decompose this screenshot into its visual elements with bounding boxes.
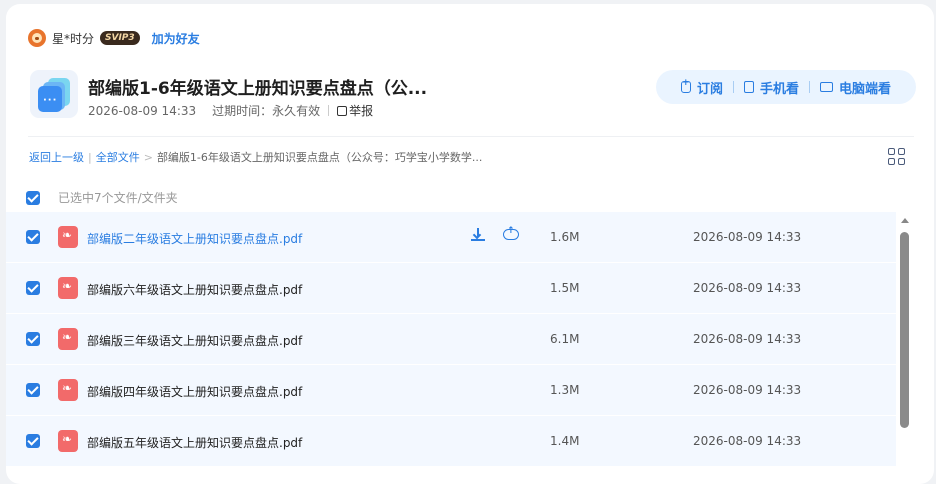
file-name[interactable]: 部编版四年级语文上册知识要点盘点.pdf [87, 383, 302, 400]
selection-count: 已选中7个文件/文件夹 [58, 191, 178, 205]
grid-view-icon[interactable] [888, 148, 905, 165]
pdf-icon [58, 277, 78, 299]
file-size: 1.5M [550, 281, 580, 295]
pdf-icon [58, 226, 78, 248]
header-divider [28, 136, 914, 137]
file-name[interactable]: 部编版六年级语文上册知识要点盘点.pdf [87, 281, 302, 298]
pdf-icon [58, 379, 78, 401]
row-checkbox[interactable] [26, 434, 40, 448]
file-name[interactable]: 部编版三年级语文上册知识要点盘点.pdf [87, 332, 302, 349]
username[interactable]: 星*时分 [52, 30, 94, 47]
subscribe-label: 订阅 [696, 81, 723, 97]
phone-view-button[interactable]: 手机看 [734, 78, 809, 97]
file-size: 1.3M [550, 383, 580, 397]
meta-divider [328, 105, 330, 116]
phone-view-label: 手机看 [759, 81, 799, 97]
table-row[interactable]: 部编版四年级语文上册知识要点盘点.pdf 1.3M 2026-08-09 14:… [6, 365, 896, 415]
subscribe-button[interactable]: 订阅 [671, 78, 733, 97]
phone-icon [743, 81, 754, 93]
file-name[interactable]: 部编版五年级语文上册知识要点盘点.pdf [87, 434, 302, 451]
monitor-icon [820, 82, 833, 92]
avatar[interactable] [28, 29, 46, 47]
folder-icon: ··· [30, 70, 78, 118]
select-all-checkbox[interactable] [26, 190, 40, 205]
download-icon[interactable] [471, 228, 485, 242]
scrollbar-thumb[interactable] [900, 232, 909, 428]
report-button[interactable]: 举报 [337, 102, 373, 119]
breadcrumb-chevron-icon: > [143, 150, 153, 164]
row-checkbox[interactable] [26, 281, 40, 295]
pdf-icon [58, 328, 78, 350]
breadcrumb: 返回上一级 | 全部文件 > 部编版1-6年级语文上册知识要点盘点（公众号：巧学… [29, 149, 482, 165]
share-date: 2026-08-09 14:33 [88, 103, 197, 118]
row-checkbox[interactable] [26, 332, 40, 346]
file-name[interactable]: 部编版二年级语文上册知识要点盘点.pdf [87, 230, 302, 247]
file-size: 6.1M [550, 332, 580, 346]
share-meta: 2026-08-09 14:33 过期时间：永久有效 举报 [88, 102, 373, 119]
pc-view-button[interactable]: 电脑端看 [810, 78, 901, 97]
user-row: 星*时分 SVIP3 加为好友 [28, 29, 200, 47]
pdf-icon [58, 430, 78, 452]
row-checkbox[interactable] [26, 230, 40, 244]
scroll-up-arrow-icon[interactable] [901, 218, 909, 223]
share-expiry: 过期时间：永久有效 [212, 104, 321, 118]
file-list: 部编版二年级语文上册知识要点盘点.pdf 1.6M 2026-08-09 14:… [6, 212, 934, 484]
share-header: ··· 部编版1-6年级语文上册知识要点盘点（公... 2026-08-09 1… [28, 68, 918, 122]
table-row[interactable]: 部编版三年级语文上册知识要点盘点.pdf 6.1M 2026-08-09 14:… [6, 314, 896, 364]
breadcrumb-current: 部编版1-6年级语文上册知识要点盘点（公众号：巧学宝小学数学... [156, 151, 483, 164]
vip-badge: SVIP3 [100, 31, 140, 45]
file-date: 2026-08-09 14:33 [693, 383, 802, 397]
subscribe-icon [680, 78, 691, 93]
file-date: 2026-08-09 14:33 [693, 434, 802, 448]
table-row[interactable]: 部编版六年级语文上册知识要点盘点.pdf 1.5M 2026-08-09 14:… [6, 263, 896, 313]
save-to-cloud-icon[interactable] [503, 226, 519, 240]
table-row[interactable]: 部编版二年级语文上册知识要点盘点.pdf 1.6M 2026-08-09 14:… [6, 212, 896, 262]
breadcrumb-separator: | [88, 150, 92, 164]
file-date: 2026-08-09 14:33 [693, 332, 802, 346]
file-date: 2026-08-09 14:33 [693, 281, 802, 295]
file-date: 2026-08-09 14:33 [693, 230, 802, 244]
view-actions: 订阅 手机看 电脑端看 [656, 70, 916, 104]
share-card: 星*时分 SVIP3 加为好友 ··· 部编版1-6年级语文上册知识要点盘点（公… [6, 4, 934, 484]
row-checkbox[interactable] [26, 383, 40, 397]
table-row[interactable]: 部编版五年级语文上册知识要点盘点.pdf 1.4M 2026-08-09 14:… [6, 416, 896, 466]
report-icon [337, 105, 348, 116]
file-size: 1.6M [550, 230, 580, 244]
breadcrumb-all-files[interactable]: 全部文件 [96, 149, 140, 165]
file-size: 1.4M [550, 434, 580, 448]
select-all-row: 已选中7个文件/文件夹 [26, 189, 178, 206]
report-label: 举报 [349, 104, 374, 118]
add-friend-link[interactable]: 加为好友 [152, 30, 200, 47]
pc-view-label: 电脑端看 [839, 81, 892, 97]
share-title: 部编版1-6年级语文上册知识要点盘点（公... [88, 79, 428, 99]
breadcrumb-back[interactable]: 返回上一级 [29, 149, 84, 165]
